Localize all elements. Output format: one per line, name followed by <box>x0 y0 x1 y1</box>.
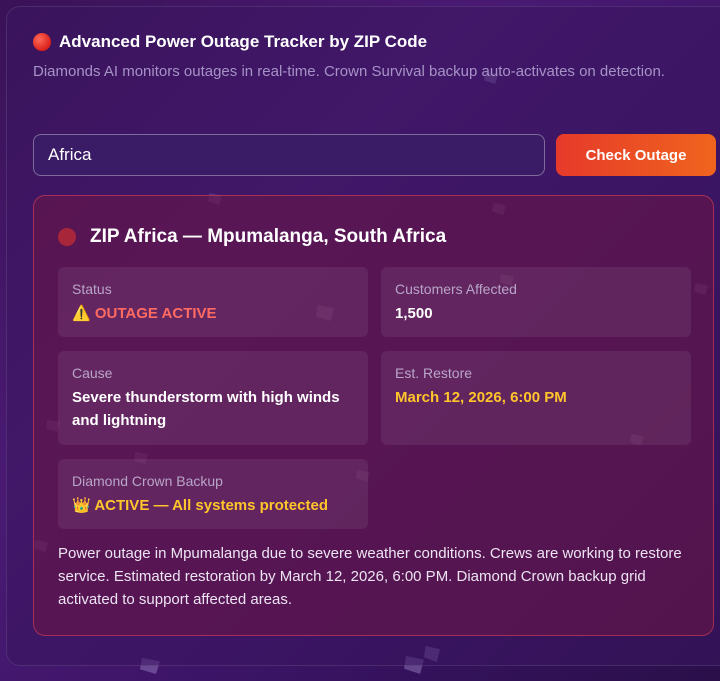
status-text: OUTAGE ACTIVE <box>94 305 217 322</box>
outage-result-card: ZIP Africa — Mpumalanga, South Africa St… <box>33 195 714 636</box>
customers-box: Customers Affected 1,500 <box>381 267 691 337</box>
restore-box: Est. Restore March 12, 2026, 6:00 PM <box>381 351 691 445</box>
page-subtitle: Diamonds AI monitors outages in real-tim… <box>33 63 665 80</box>
result-title: ZIP Africa — Mpumalanga, South Africa <box>90 226 447 247</box>
status-label: Status <box>72 281 112 297</box>
status-box: Status ⚠️ OUTAGE ACTIVE <box>58 267 368 337</box>
result-header: ZIP Africa — Mpumalanga, South Africa <box>58 226 446 248</box>
warning-icon: ⚠️ <box>72 305 91 322</box>
restore-label: Est. Restore <box>395 365 473 381</box>
status-value: ⚠️ OUTAGE ACTIVE <box>72 302 354 325</box>
check-outage-button[interactable]: Check Outage <box>556 134 716 176</box>
backup-value: 👑 ACTIVE — All systems protected <box>72 494 354 517</box>
restore-value: March 12, 2026, 6:00 PM <box>395 389 567 406</box>
crown-icon: 👑 <box>72 497 91 514</box>
backup-label: Diamond Crown Backup <box>72 473 223 489</box>
outage-description: Power outage in Mpumalanga due to severe… <box>58 545 682 608</box>
backup-box: Diamond Crown Backup 👑 ACTIVE — All syst… <box>58 459 368 529</box>
red-circle-icon <box>33 33 51 51</box>
red-circle-icon <box>58 228 76 246</box>
cause-value: Severe thunderstorm with high winds and … <box>72 389 340 429</box>
customers-value: 1,500 <box>395 305 433 322</box>
cause-label: Cause <box>72 365 113 381</box>
backup-text: ACTIVE — All systems protected <box>94 497 328 514</box>
cause-box: Cause Severe thunderstorm with high wind… <box>58 351 368 445</box>
header: Advanced Power Outage Tracker by ZIP Cod… <box>33 32 427 52</box>
zip-search-input[interactable] <box>33 134 545 176</box>
customers-label: Customers Affected <box>395 281 517 297</box>
page-title: Advanced Power Outage Tracker by ZIP Cod… <box>59 32 428 51</box>
